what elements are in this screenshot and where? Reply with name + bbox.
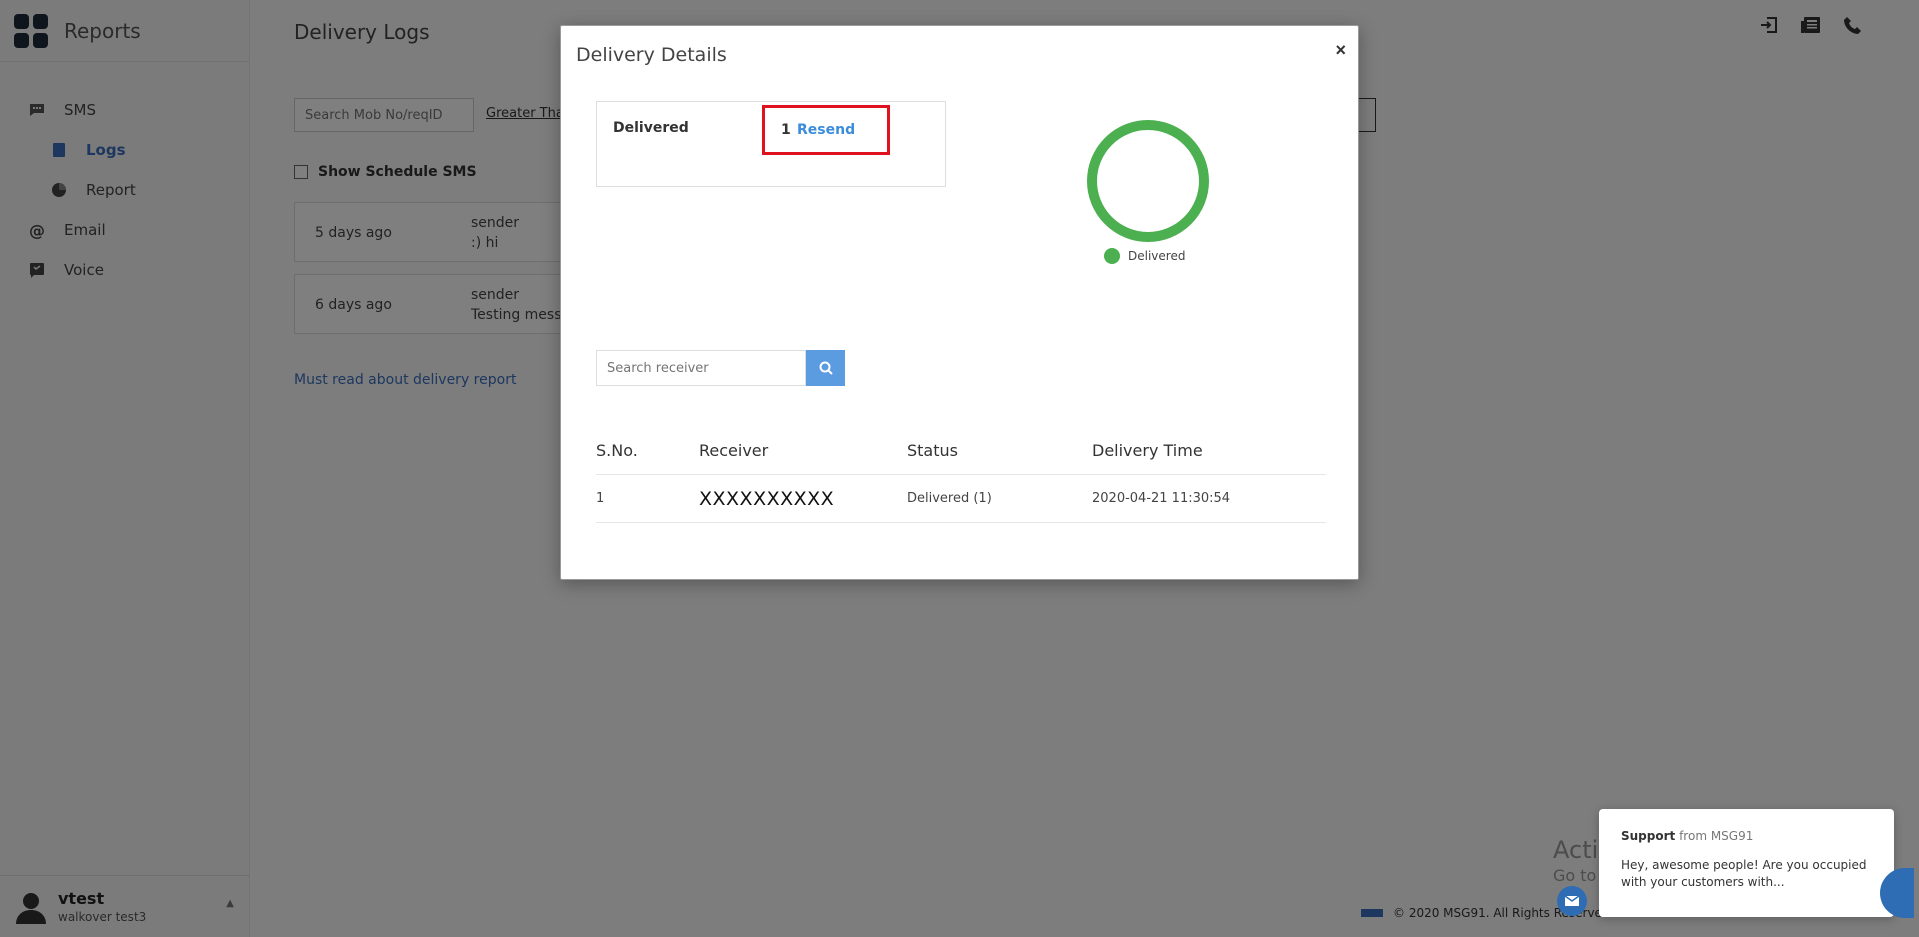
col-receiver: Receiver [699, 440, 769, 460]
delivery-details-modal: Delivery Details × Delivered 1 Resend De… [560, 25, 1359, 580]
modal-title: Delivery Details [576, 44, 727, 66]
col-sno: S.No. [596, 440, 638, 460]
search-icon [819, 361, 833, 375]
chat-message: Hey, awesome people! Are you occupied wi… [1621, 858, 1867, 889]
cell-delivery-time: 2020-04-21 11:30:54 [1092, 491, 1231, 506]
support-chat-popup[interactable]: Support from MSG91 Hey, awesome people! … [1599, 809, 1894, 917]
cell-sno: 1 [596, 491, 605, 506]
status-label: Delivered [613, 120, 689, 136]
legend-label: Delivered [1128, 249, 1186, 263]
delivery-table: S.No. Receiver Status Delivery Time 1 XX… [596, 426, 1326, 523]
col-delivery-time: Delivery Time [1092, 440, 1203, 460]
chart-legend: Delivered [1104, 248, 1185, 264]
resend-highlight: 1 Resend [762, 105, 890, 155]
search-button[interactable] [806, 350, 845, 386]
table-header: S.No. Receiver Status Delivery Time [596, 426, 1326, 475]
resend-count: 1 [781, 122, 791, 138]
donut-slice-delivered [1087, 120, 1209, 242]
resend-link[interactable]: Resend [797, 122, 855, 138]
receiver-search [596, 350, 846, 386]
delivery-donut-chart [1087, 120, 1209, 242]
search-receiver-input[interactable] [596, 350, 806, 386]
cell-receiver: XXXXXXXXXX [699, 487, 835, 510]
delivery-status-box: Delivered 1 Resend [596, 101, 946, 187]
col-status: Status [907, 440, 958, 460]
chat-sender-org: from MSG91 [1675, 829, 1754, 843]
chat-agent-avatar[interactable] [1557, 886, 1587, 916]
cell-status: Delivered (1) [907, 491, 992, 506]
chat-sender-name: Support [1621, 829, 1676, 843]
table-row: 1 XXXXXXXXXX Delivered (1) 2020-04-21 11… [596, 475, 1326, 523]
chat-sender: Support from MSG91 [1621, 829, 1753, 843]
mail-icon [1564, 895, 1580, 906]
legend-dot [1104, 248, 1120, 264]
close-button[interactable]: × [1335, 40, 1346, 61]
